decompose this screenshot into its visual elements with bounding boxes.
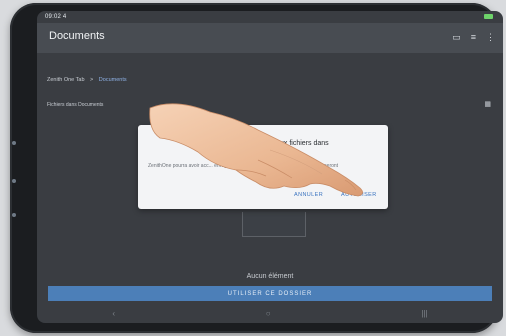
status-bar: 09:02 4 bbox=[37, 11, 503, 23]
back-icon[interactable]: ‹ bbox=[112, 309, 115, 318]
dialog-title-line2: ... bbox=[303, 153, 309, 159]
page-title: Documents bbox=[49, 30, 105, 42]
app-bar-actions: ▭ ≡ ⋮ bbox=[452, 32, 495, 42]
use-folder-button[interactable]: UTILISER CE DOSSIER bbox=[48, 286, 492, 301]
cancel-button[interactable]: ANNULER bbox=[294, 192, 323, 198]
dialog-title: ...r aux fichiers dans bbox=[266, 140, 329, 147]
status-time: 09:02 4 bbox=[45, 14, 67, 20]
section-header: Fichiers dans Documents bbox=[47, 102, 104, 108]
breadcrumb-current[interactable]: Documents bbox=[99, 77, 127, 83]
empty-state-text: Aucun élément bbox=[246, 273, 294, 280]
breadcrumb-separator: > bbox=[90, 77, 94, 83]
permission-dialog: ...r aux fichiers dans ... ZenithOne pou… bbox=[138, 125, 388, 209]
side-button bbox=[12, 179, 16, 183]
new-folder-icon[interactable]: ▭ bbox=[452, 32, 461, 42]
sort-icon[interactable]: ≡ bbox=[471, 32, 476, 42]
dialog-body: ZenithOne pourra avoir acc... enregistré… bbox=[148, 163, 280, 169]
grid-view-icon[interactable]: ▦ bbox=[484, 100, 491, 108]
breadcrumb: Zenith One Tab > Documents bbox=[47, 77, 127, 83]
home-icon[interactable]: ○ bbox=[266, 309, 271, 318]
recents-icon[interactable]: ||| bbox=[421, 309, 427, 318]
more-vert-icon[interactable]: ⋮ bbox=[486, 32, 495, 42]
empty-folder-illustration bbox=[242, 212, 306, 237]
battery-icon bbox=[484, 14, 493, 19]
app-bar: Documents ▭ ≡ ⋮ bbox=[37, 23, 503, 53]
allow-button[interactable]: AUTORISER bbox=[341, 192, 377, 198]
side-button bbox=[12, 141, 16, 145]
side-button bbox=[12, 213, 16, 217]
breadcrumb-root[interactable]: Zenith One Tab bbox=[47, 77, 85, 83]
system-nav-bar: ‹ ○ ||| bbox=[37, 303, 503, 323]
dialog-body-right: ...seront bbox=[320, 163, 339, 169]
